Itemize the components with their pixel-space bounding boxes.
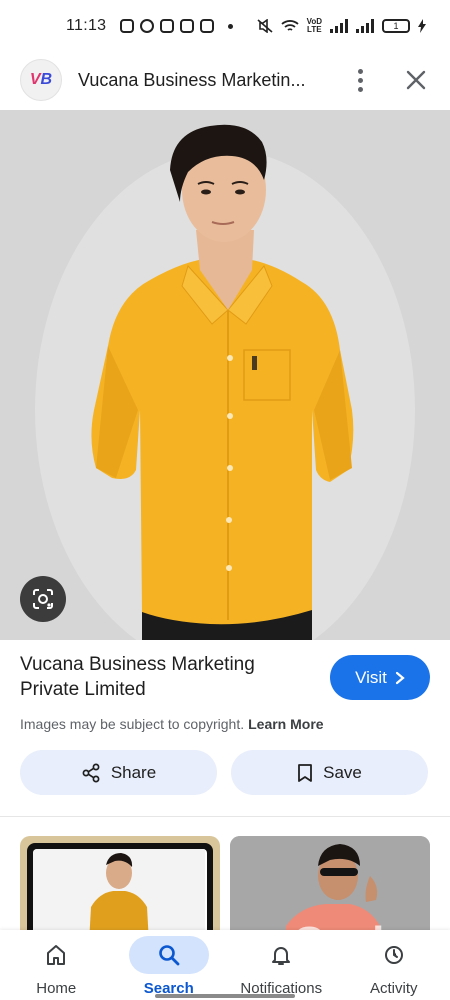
nav-activity-icon-wrap xyxy=(354,936,434,974)
more-notifications-dot xyxy=(228,23,234,29)
app-icon xyxy=(200,19,215,33)
home-indicator[interactable] xyxy=(155,994,295,998)
copyright-note: Images may be subject to copyright. Learn… xyxy=(20,716,430,732)
volte-label: VoD LTE xyxy=(306,17,322,34)
mute-icon xyxy=(257,19,273,33)
related-image-1[interactable] xyxy=(20,836,220,936)
search-icon xyxy=(158,945,180,966)
signal-icon xyxy=(330,19,348,33)
system-icons: VoD LTE 1 xyxy=(257,18,426,34)
nav-home[interactable]: Home xyxy=(0,930,113,1000)
message-icon xyxy=(120,19,135,33)
chevron-right-icon xyxy=(395,671,405,684)
nav-search-icon-wrap xyxy=(128,936,209,974)
lens-button[interactable] xyxy=(20,576,66,622)
site-logo: VB xyxy=(20,59,62,101)
share-label: Share xyxy=(110,762,157,782)
visit-label: Visit xyxy=(355,667,387,687)
bookmark-icon xyxy=(298,763,313,782)
status-time: 11:13 xyxy=(66,17,107,34)
nav-notifications-icon-wrap xyxy=(241,936,321,974)
share-button[interactable]: Share xyxy=(20,750,217,795)
save-label: Save xyxy=(323,762,362,782)
bell-icon xyxy=(272,947,291,965)
nav-activity-label: Activity xyxy=(369,980,418,997)
viewer-header: VB Vucana Business Marketin... xyxy=(0,52,450,108)
nav-notifications[interactable]: Notifications xyxy=(225,930,338,1000)
nav-home-icon-wrap xyxy=(16,936,96,974)
lens-icon xyxy=(33,589,53,609)
bottom-navigation: Home Search Notifications Activity xyxy=(0,930,450,1000)
thumb-frame xyxy=(27,843,213,936)
learn-more-link[interactable]: Learn More xyxy=(248,716,323,732)
source-info: Vucana Business Marketing Private Limite… xyxy=(20,652,430,732)
nav-search[interactable]: Search xyxy=(113,930,226,1000)
share-icon xyxy=(82,763,100,782)
more-options-button[interactable] xyxy=(346,60,374,100)
close-icon xyxy=(406,70,426,90)
charging-icon xyxy=(418,19,426,33)
visit-button[interactable]: Visit xyxy=(330,655,430,700)
nav-home-label: Home xyxy=(36,980,77,997)
close-button[interactable] xyxy=(402,60,430,100)
save-button[interactable]: Save xyxy=(231,750,428,795)
divider xyxy=(0,816,450,817)
wifi-icon xyxy=(280,20,299,31)
main-image[interactable] xyxy=(0,110,450,640)
home-icon xyxy=(47,945,66,965)
notification-icons xyxy=(120,19,234,33)
instagram-icon xyxy=(160,19,175,33)
activity-icon xyxy=(384,946,403,964)
product-photo xyxy=(0,110,450,640)
action-row: Share Save xyxy=(20,750,428,795)
header-title[interactable]: Vucana Business Marketin... xyxy=(78,70,308,91)
thumb-photo-1 xyxy=(33,849,205,936)
battery-icon: 1 xyxy=(382,19,410,33)
instagram-icon xyxy=(180,19,195,33)
whatsapp-icon xyxy=(140,19,155,33)
status-bar: 11:13 VoD LTE 1 xyxy=(0,0,450,52)
source-title[interactable]: Vucana Business Marketing Private Limite… xyxy=(20,652,310,702)
thumb-content xyxy=(33,849,207,936)
signal-icon-2 xyxy=(356,19,374,33)
copyright-text: Images may be subject to copyright. xyxy=(20,716,245,732)
nav-activity[interactable]: Activity xyxy=(338,930,450,1000)
more-vert-icon xyxy=(357,68,363,74)
